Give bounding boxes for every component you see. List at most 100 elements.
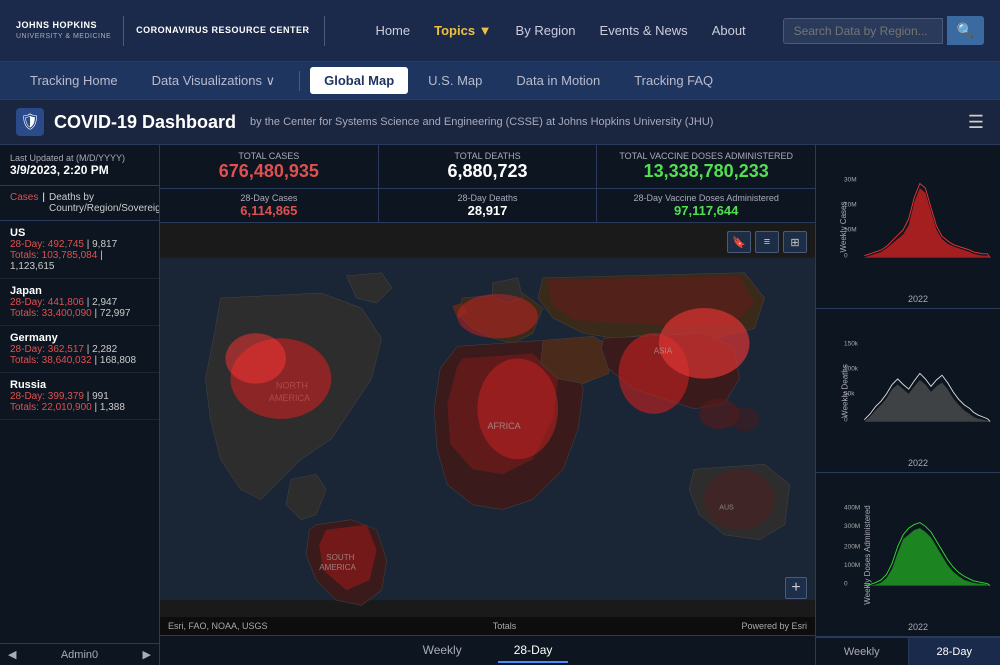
stats-row-1: Total Cases 676,480,935 Total Deaths 6,8… (160, 145, 815, 189)
country-28day-russia: 28-Day: 399,379 | 991 (10, 391, 149, 402)
svg-text:0: 0 (844, 253, 848, 260)
country-28day-japan: 28-Day: 441,806 | 2,947 (10, 297, 149, 308)
sidebar-prev-arrow[interactable]: ◀ (8, 648, 16, 661)
map-zoom-in-button[interactable]: + (785, 577, 807, 599)
table-tool-button[interactable]: ⊞ (783, 231, 807, 253)
nav-by-region[interactable]: By Region (516, 23, 576, 38)
stat-total-cases: Total Cases 676,480,935 (160, 145, 379, 188)
nav-topics[interactable]: Topics ▼ (434, 23, 491, 38)
weekly-cases-svg: 30M 20M 10M 0 (844, 149, 992, 292)
world-map-svg: NORTH AMERICA SOUTH AMERICA AFRICA ASIA … (160, 223, 815, 635)
top-nav-links: Home Topics ▼ By Region Events & News Ab… (339, 23, 783, 38)
country-item-russia[interactable]: Russia 28-Day: 399,379 | 991 Totals: 22,… (0, 373, 159, 420)
left-sidebar: Last Updated at (M/D/YYYY) 3/9/2023, 2:2… (0, 145, 160, 665)
crc-logo: CORONAVIRUS RESOURCE CENTER (136, 24, 309, 37)
subnav-tracking-faq[interactable]: Tracking FAQ (620, 67, 727, 94)
total-deaths-value: 6,880,723 (391, 161, 585, 182)
weekly-deaths-x-label: 2022 (844, 458, 992, 468)
total-deaths-label: Total Deaths (391, 151, 585, 161)
nav-home[interactable]: Home (375, 23, 410, 38)
jhu-logo: JOHNS HOPKINS UNIVERSITY & MEDICINE (16, 20, 111, 41)
chart-tab-28day[interactable]: 28-Day (909, 638, 1000, 665)
last-updated: Last Updated at (M/D/YYYY) 3/9/2023, 2:2… (0, 145, 159, 186)
logo-section: JOHNS HOPKINS UNIVERSITY & MEDICINE CORO… (16, 16, 325, 46)
crc-logo-line2: RESOURCE CENTER (212, 25, 310, 35)
subnav-us-map[interactable]: U.S. Map (414, 67, 496, 94)
total-vaccines-label: Total Vaccine Doses Administered (609, 151, 803, 161)
map-footer-center: Totals (493, 621, 517, 631)
chart-tabs: Weekly 28-Day (816, 637, 1000, 665)
svg-text:AMERICA: AMERICA (319, 563, 356, 572)
bookmark-tool-button[interactable]: 🔖 (727, 231, 751, 253)
search-button[interactable]: 🔍 (947, 16, 984, 45)
svg-text:150k: 150k (844, 341, 859, 348)
country-item-germany[interactable]: Germany 28-Day: 362,517 | 2,282 Totals: … (0, 326, 159, 373)
chart-tab-weekly[interactable]: Weekly (816, 638, 909, 665)
svg-text:200M: 200M (844, 544, 860, 551)
shield-icon: 🛡 (16, 108, 44, 136)
weekly-cases-x-label: 2022 (844, 294, 992, 304)
weekly-cases-y-label: Weekly Cases (839, 201, 848, 252)
search-input[interactable] (783, 18, 943, 44)
header-sep: | (42, 192, 45, 214)
deaths-filter-link[interactable]: Deaths by Country/Region/Sovereignty (49, 192, 160, 214)
list-tool-button[interactable]: ≡ (755, 231, 779, 253)
map-footer-right: Powered by Esri (741, 621, 807, 631)
stat-28day-deaths: 28-Day Deaths 28,917 (379, 189, 598, 222)
country-totals-russia: Totals: 22,010,900 | 1,388 (10, 402, 149, 413)
subnav-global-map[interactable]: Global Map (310, 67, 408, 94)
sidebar-next-arrow[interactable]: ▶ (143, 648, 151, 661)
country-totals-japan: Totals: 33,400,090 | 72,997 (10, 308, 149, 319)
jhu-logo-line1: JOHNS HOPKINS (16, 20, 111, 32)
map-footer-left: Esri, FAO, NOAA, USGS (168, 621, 268, 631)
bottom-bar: Weekly 28-Day (160, 635, 815, 665)
weekly-deaths-y-label: Weekly Deaths (840, 364, 849, 418)
dashboard-subtitle: by the Center for Systems Science and En… (250, 116, 713, 128)
country-name-germany: Germany (10, 332, 149, 344)
country-header: Cases | Deaths by Country/Region/Soverei… (0, 186, 159, 221)
weekly-deaths-chart: Weekly Deaths 150k 100k 50k 0 2022 (816, 309, 1000, 473)
crc-logo-line1: CORONAVIRUS (136, 25, 208, 35)
nav-events[interactable]: Events & News (600, 23, 688, 38)
subnav-tracking-home[interactable]: Tracking Home (16, 67, 132, 94)
top-navigation: JOHNS HOPKINS UNIVERSITY & MEDICINE CORO… (0, 0, 1000, 62)
country-name-russia: Russia (10, 379, 149, 391)
total-vaccines-value: 13,338,780,233 (609, 161, 803, 182)
nav-about[interactable]: About (712, 23, 746, 38)
svg-text:400M: 400M (844, 505, 860, 512)
subnav-data-viz[interactable]: Data Visualizations ∨ (138, 67, 289, 95)
weekly-vaccines-x-label: 2022 (844, 622, 992, 632)
subnav-data-motion[interactable]: Data in Motion (502, 67, 614, 94)
nav-search: 🔍 (783, 16, 984, 45)
country-28day-us: 28-Day: 492,745 | 9,817 (10, 239, 149, 250)
svg-text:AFRICA: AFRICA (488, 421, 522, 431)
sidebar-admin-label: Admin0 (61, 649, 98, 661)
stat-28day-vaccines: 28-Day Vaccine Doses Administered 97,117… (597, 189, 815, 222)
28day-cases-label: 28-Day Cases (172, 193, 366, 203)
svg-text:30M: 30M (844, 177, 857, 184)
cases-filter-link[interactable]: Cases (10, 192, 38, 214)
map-container[interactable]: NORTH AMERICA SOUTH AMERICA AFRICA ASIA … (160, 223, 815, 635)
stat-total-deaths: Total Deaths 6,880,723 (379, 145, 598, 188)
svg-text:ASIA: ASIA (654, 346, 673, 355)
country-name-us: US (10, 227, 149, 239)
total-cases-label: Total Cases (172, 151, 366, 161)
sub-navigation: Tracking Home Data Visualizations ∨ Glob… (0, 62, 1000, 100)
hamburger-menu-icon[interactable]: ☰ (968, 112, 984, 133)
weekly-deaths-content: 150k 100k 50k 0 2022 (844, 313, 992, 468)
28day-cases-value: 6,114,865 (172, 203, 366, 218)
country-item-us[interactable]: US 28-Day: 492,745 | 9,817 Totals: 103,7… (0, 221, 159, 279)
weekly-vaccines-y-label: Weekly Doses Administered (863, 505, 872, 604)
subnav-divider (299, 71, 300, 91)
28day-vaccines-value: 97,117,644 (609, 203, 803, 218)
svg-text:SOUTH: SOUTH (326, 553, 354, 562)
28day-vaccines-label: 28-Day Vaccine Doses Administered (609, 193, 803, 203)
total-cases-value: 676,480,935 (172, 161, 366, 182)
bottom-bar-weekly[interactable]: Weekly (407, 639, 478, 663)
dashboard-header: 🛡 COVID-19 Dashboard by the Center for S… (0, 100, 1000, 145)
main-content: Last Updated at (M/D/YYYY) 3/9/2023, 2:2… (0, 145, 1000, 665)
right-charts: Weekly Cases 30M 20M 10M 0 2022 (815, 145, 1000, 665)
country-item-japan[interactable]: Japan 28-Day: 441,806 | 2,947 Totals: 33… (0, 279, 159, 326)
bottom-bar-28day[interactable]: 28-Day (498, 639, 569, 663)
country-name-japan: Japan (10, 285, 149, 297)
